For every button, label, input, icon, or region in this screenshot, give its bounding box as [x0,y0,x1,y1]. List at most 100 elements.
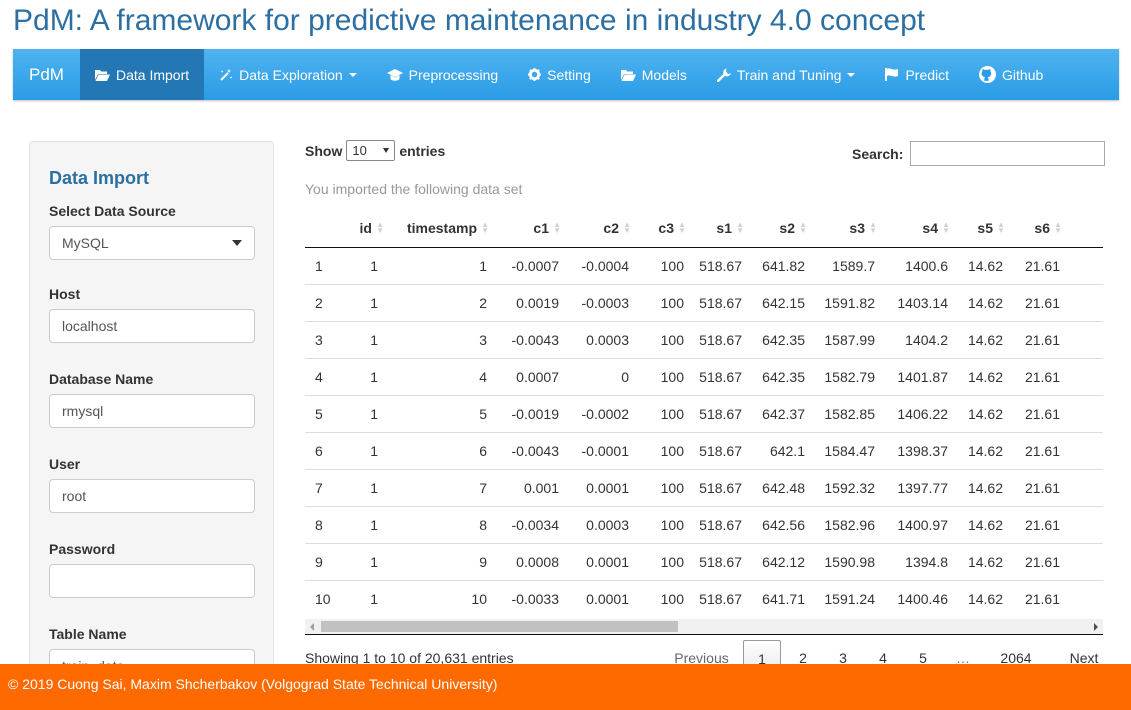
database-name-input[interactable]: rmysql [49,394,255,428]
table-cell: 7 [390,468,495,506]
table-cell: 14.62 [956,431,1011,469]
scroll-left-icon[interactable] [310,623,314,631]
nav-preprocessing[interactable]: Preprocessing [372,49,514,100]
table-row[interactable]: 8 1 8 -0.0034 0.0003 100 518.67 642.56 1582.96 14… [305,505,1103,543]
table-row[interactable]: 3 1 3 -0.0043 0.0003 100 518.67 642.35 1587.99 14… [305,320,1103,358]
entries-label: entries [399,142,446,159]
table-cell: 1584.47 [813,431,883,469]
table-cell: 1582.85 [813,394,883,432]
table-cell: 0.0019 [495,283,567,321]
footer: © 2019 Cuong Sai, Maxim Shcherbakov (Vol… [0,664,1131,710]
column-header[interactable] [305,210,345,248]
table-cell: 1400.6 [905,257,948,274]
search-input[interactable] [910,141,1106,166]
nav-predict[interactable]: Predict [870,49,964,100]
scroll-right-icon[interactable] [1094,623,1098,631]
column-header[interactable]: s5 ▲ ▼ [956,210,1011,248]
table-row[interactable]: 2 1 2 0.0019 -0.0003 100 518.67 642.15 1591.82 14… [305,283,1103,321]
table-cell: 14.62 [967,257,1003,274]
column-header-label: c1 [533,220,549,237]
navbar-brand[interactable]: PdM [13,49,80,100]
data-source-select[interactable]: MySQL [49,226,255,260]
column-header[interactable]: s1 ▲ ▼ [692,210,750,248]
sort-icon: ▲ ▼ [736,220,744,235]
table-cell: 0.001 [495,468,567,506]
table-cell: 14.62 [956,505,1011,543]
search-label: Search: [852,145,904,162]
table-cell: 0.0008 [495,542,567,580]
table-cell: 1582.79 [813,357,883,395]
table-row[interactable]: 1 1 1 -0.0007 -0.0004 100 518.67 641.82 1589.7 14… [305,247,1103,284]
folder-open-icon [95,69,110,81]
table-row[interactable]: 4 1 4 0.0007 0 100 518.67 642.35 1582.79 1401.87 1… [305,357,1103,395]
table-cell: 553.85 [1068,505,1103,543]
table-cell: 554.34 [1068,468,1103,506]
table-cell: 21.61 [1011,505,1068,543]
table-cell: 21.61 [1011,542,1068,580]
table-cell: 21.61 [1011,394,1068,432]
table-row[interactable]: 6 1 6 -0.0043 -0.0001 100 518.67 642.1 1584.47 13… [305,431,1103,469]
nav-setting[interactable]: Setting [513,49,606,100]
table-cell: 518.67 [692,320,750,358]
table-cell: 100 [637,468,692,506]
table-cell: 1 [479,257,487,274]
nav-models[interactable]: Models [606,49,702,100]
nav-data-import[interactable]: Data Import [80,49,205,100]
table-cell: 553.75 [1068,283,1103,321]
column-header[interactable]: s6 ▲ ▼ [1011,210,1068,248]
table-cell: 6 [390,431,495,469]
sort-icon: ▲ ▼ [869,220,877,235]
column-header[interactable]: timestamp ▲ ▼ [390,210,495,248]
nav-data-exploration[interactable]: Data Exploration [204,49,372,100]
user-input[interactable]: root [49,479,255,513]
column-header[interactable]: s3 ▲ ▼ [813,210,883,248]
scrollbar-thumb[interactable] [321,621,678,632]
magic-wand-icon [220,68,233,81]
column-header[interactable]: s7▲▼ [1068,210,1103,248]
nav-train-and-tuning[interactable]: Train and Tuning [702,49,871,100]
column-header[interactable]: c1 ▲ ▼ [495,210,567,248]
column-header[interactable]: id ▲ ▼ [345,210,390,248]
nav-label: Preprocessing [408,66,499,83]
nav-label: Models [641,66,687,83]
table-cell: 518.67 [692,542,750,580]
table-cell: 1591.82 [813,283,883,321]
column-header[interactable]: c3 ▲ ▼ [637,210,692,248]
table-row[interactable]: 5 1 5 -0.0019 -0.0002 100 518.67 642.37 1582.85 1… [305,394,1103,432]
page-length-select[interactable]: 10 [346,140,396,161]
host-input[interactable]: localhost [49,309,255,343]
table-cell: 100 [660,257,684,274]
table-body: 1 1 1 -0.0007 -0.0004 100 518.67 641.82 1589.7 14… [305,247,1103,617]
imported-note: You imported the following data set [305,181,523,197]
password-input[interactable] [49,564,255,598]
column-header[interactable]: s4 ▲ ▼ [883,210,956,248]
table-cell: 14.62 [956,283,1011,321]
table-row[interactable]: 7 1 7 0.001 0.0001 100 518.67 642.48 1592.32 1397… [305,468,1103,506]
table-cell: 2 [390,283,495,321]
table-row[interactable]: 9 1 9 0.0008 0.0001 100 518.67 642.12 1590.98 139… [305,542,1103,580]
table-cell: 21.61 [1011,431,1068,469]
nav-label: Predict [905,66,950,83]
data-table: id ▲ ▼ timestamp ▲ ▼ c1 ▲ ▼ c2 ▲ ▼ c3 ▲ ▼ s1 ▲ ▼ s2 ▲ ▼ s3 ▲ ▼ s… [305,210,1103,620]
table-cell: 642.35 [750,320,813,358]
table-cell: 10 [305,579,345,617]
nav-label: Setting [547,66,591,83]
table-cell: 100 [637,283,692,321]
table-row[interactable]: 10 1 10 -0.0033 0.0001 100 518.67 641.71 1591.24… [305,579,1103,617]
table-cell: 21.61 [1011,468,1068,506]
nav-github[interactable]: Github [964,49,1058,100]
table-cell: 14.62 [956,320,1011,358]
column-header[interactable]: s2 ▲ ▼ [750,210,813,248]
table-cell: 553.59 [1068,579,1103,617]
column-header[interactable]: c2 ▲ ▼ [567,210,637,248]
horizontal-scrollbar[interactable] [305,619,1103,635]
table-cell: -0.0043 [495,320,567,358]
table-cell: 518.67 [699,257,742,274]
sort-icon: ▲ ▼ [623,220,631,235]
sort-icon: ▲ ▼ [678,220,686,235]
table-cell: 518.67 [692,505,750,543]
table-cell: 518.67 [692,283,750,321]
table-cell: 554.67 [1068,431,1103,469]
table-cell: 1 [345,283,390,321]
table-cell: 1589.7 [832,257,875,274]
